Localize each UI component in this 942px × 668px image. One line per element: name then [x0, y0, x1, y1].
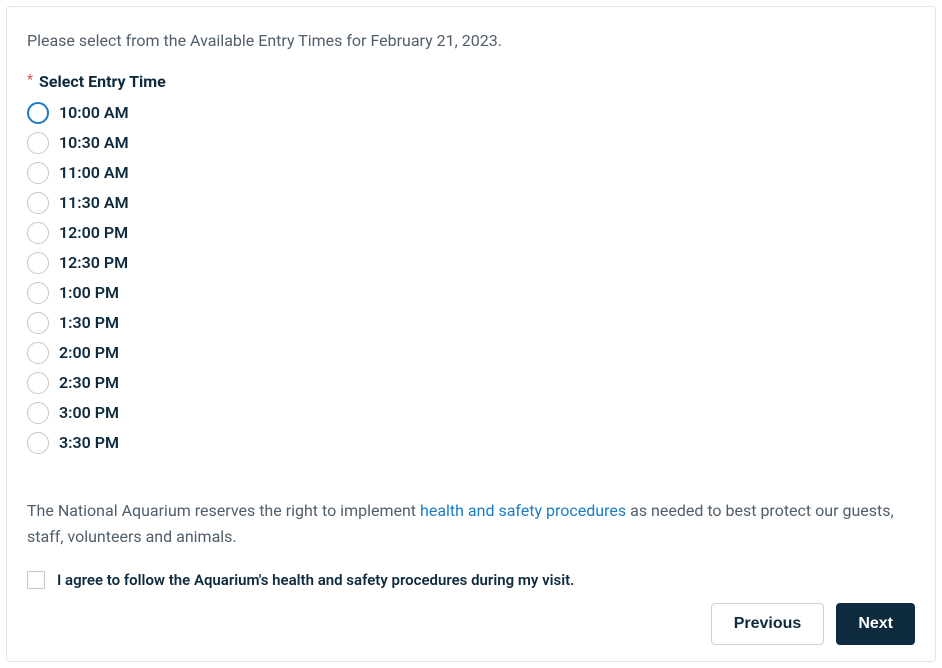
next-button[interactable]: Next [836, 603, 915, 645]
entry-time-panel: Please select from the Available Entry T… [6, 6, 936, 662]
disclaimer-text: The National Aquarium reserves the right… [27, 498, 915, 549]
entry-time-option[interactable]: 12:00 PM [27, 219, 915, 246]
entry-time-label[interactable]: 12:00 PM [59, 223, 128, 242]
entry-time-label[interactable]: 1:30 PM [59, 313, 119, 332]
previous-button[interactable]: Previous [711, 603, 825, 645]
entry-time-label[interactable]: 3:30 PM [59, 433, 119, 452]
radio-button[interactable] [27, 132, 49, 154]
agree-checkbox[interactable] [27, 571, 45, 589]
radio-button[interactable] [27, 312, 49, 334]
entry-time-label[interactable]: 11:00 AM [59, 163, 129, 182]
radio-button[interactable] [27, 282, 49, 304]
entry-time-label[interactable]: 3:00 PM [59, 403, 119, 422]
entry-time-option[interactable]: 1:00 PM [27, 279, 915, 306]
entry-time-label[interactable]: 10:00 AM [59, 103, 129, 122]
agree-row: I agree to follow the Aquarium's health … [27, 571, 915, 589]
entry-time-label[interactable]: 2:30 PM [59, 373, 119, 392]
entry-time-option[interactable]: 1:30 PM [27, 309, 915, 336]
agree-label[interactable]: I agree to follow the Aquarium's health … [57, 571, 574, 589]
instruction-text: Please select from the Available Entry T… [27, 31, 915, 50]
entry-time-label[interactable]: 1:00 PM [59, 283, 119, 302]
button-row: Previous Next [711, 603, 915, 645]
radio-button[interactable] [27, 402, 49, 424]
radio-button[interactable] [27, 372, 49, 394]
entry-time-label[interactable]: 12:30 PM [59, 253, 128, 272]
field-label-row: * Select Entry Time [27, 72, 915, 99]
radio-button[interactable] [27, 342, 49, 364]
radio-button[interactable] [27, 252, 49, 274]
entry-time-option[interactable]: 10:00 AM [27, 99, 915, 126]
entry-time-label[interactable]: 2:00 PM [59, 343, 119, 362]
field-label: Select Entry Time [39, 72, 166, 91]
radio-button[interactable] [27, 432, 49, 454]
radio-button[interactable] [27, 162, 49, 184]
entry-time-label[interactable]: 10:30 AM [59, 133, 129, 152]
entry-time-option[interactable]: 2:30 PM [27, 369, 915, 396]
entry-time-radio-group: 10:00 AM 10:30 AM 11:00 AM 11:30 AM 12:00 PM… [27, 99, 915, 456]
entry-time-option[interactable]: 11:00 AM [27, 159, 915, 186]
disclaimer-prefix: The National Aquarium reserves the right… [27, 501, 420, 520]
entry-time-option[interactable]: 12:30 PM [27, 249, 915, 276]
entry-time-label[interactable]: 11:30 AM [59, 193, 129, 212]
radio-button[interactable] [27, 102, 49, 124]
entry-time-option[interactable]: 2:00 PM [27, 339, 915, 366]
required-indicator: * [27, 72, 33, 88]
health-safety-link[interactable]: health and safety procedures [420, 501, 626, 520]
entry-time-option[interactable]: 3:00 PM [27, 399, 915, 426]
radio-button[interactable] [27, 192, 49, 214]
entry-time-option[interactable]: 11:30 AM [27, 189, 915, 216]
entry-time-option[interactable]: 10:30 AM [27, 129, 915, 156]
radio-button[interactable] [27, 222, 49, 244]
entry-time-option[interactable]: 3:30 PM [27, 429, 915, 456]
